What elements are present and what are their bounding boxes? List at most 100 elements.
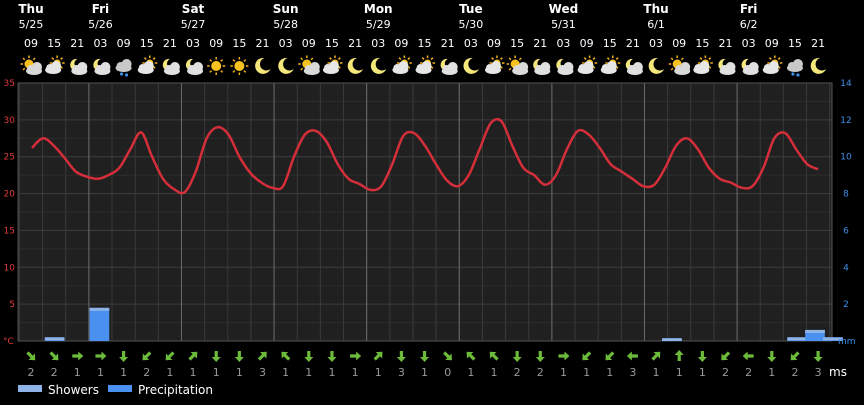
sun-ray [143,57,147,60]
showers-bar [662,338,682,341]
cloud-puff [518,62,529,72]
wind-arrow [211,351,221,362]
sun-icon [207,57,226,75]
sun-ray [243,59,247,62]
cloud-sun-icon [45,55,65,74]
sun-ray [60,57,63,60]
day-weekday: Thu [643,2,668,16]
wind-speed: 1 [653,366,660,379]
cloud-puff [100,62,111,72]
wind-speed: 1 [282,366,289,379]
wind-arrow [26,351,36,361]
rain-drop [120,72,124,76]
day-date: 5/31 [551,18,576,31]
weather-chart: Thu 5/25 Fri 5/26 Sat 5/27 Sun 5/28 Mon 5/29 Tue 5/… [3,2,856,397]
wind-speed: 3 [398,366,405,379]
wind-arrow [674,350,684,361]
day-date: 5/28 [273,18,298,31]
sun-ray [508,57,512,61]
temp-tick-label: 15 [4,226,15,236]
moon-icon [648,57,665,74]
hour-label: 15 [232,37,246,50]
wind-speed: 1 [583,366,590,379]
cloud-moon-icon [533,58,551,75]
wind-row: 2 2 1 1 1 2 1 1 1 1 3 1 1 1 1 1 3 1 0 1 1 2 2 1 1 1 3 1 1 1 2 2 1 2 3 ms [26,350,847,379]
sun-ray [680,57,684,61]
wind-speed: 3 [815,366,822,379]
wind-arrow [626,351,638,361]
hour-label: 15 [418,37,432,50]
cloud-sun-icon [762,55,783,74]
day-weekday: Tue [459,2,483,16]
showers-bar [89,307,110,311]
sun-ray [777,57,781,60]
wind-speed: 1 [236,366,243,379]
sun-ray [670,57,674,61]
wind-arrow-shape [697,351,707,362]
rain-drop [791,72,795,76]
wind-arrow [767,351,777,362]
wind-arrow-shape [813,351,823,362]
wind-arrow [813,351,823,362]
wind-speed: 1 [352,366,359,379]
cloud-sun-icon [392,55,412,74]
temp-tick-label: 20 [4,190,16,200]
hour-label: 15 [140,37,154,50]
cloud-moon-icon [440,58,458,75]
wind-arrow-shape [466,351,476,361]
sun-ray [209,59,213,62]
wind-arrow-shape [188,351,198,361]
sun-ray [491,57,494,60]
cloud-puff [583,61,594,71]
sun-ray [220,59,224,62]
cloud-sun-icon [415,55,436,74]
cloud-sun-icon [600,55,621,74]
wind-arrow-shape [605,351,615,361]
wind-speed: 1 [768,366,775,379]
sun-ray [670,67,674,71]
sun-ray [337,57,341,60]
cloud-sun-icon [322,55,343,74]
wind-speed: 1 [328,366,335,379]
wind-speed: 2 [722,366,729,379]
wind-arrow-shape [651,351,661,361]
hour-label: 21 [163,37,177,50]
sun-ray [32,57,36,61]
sun-ray [232,70,236,73]
wind-arrow [697,351,707,362]
hour-label: 03 [649,37,663,50]
rain-cloud-icon [786,59,803,77]
temp-tick-label: 25 [4,153,15,163]
hour-label: 03 [742,37,756,50]
wind-arrow-shape [95,351,107,361]
cloud-puff [398,61,409,71]
wind-arrow [651,351,661,361]
sun-ray [398,57,402,60]
cloud-moon-icon [162,58,180,75]
sun-ray [51,57,55,60]
day-date: 5/25 [19,18,44,31]
wind-speed: 2 [514,366,521,379]
sun-cloud-icon [20,55,42,75]
sun-cloud-icon [668,55,691,75]
cloud-puff [447,62,458,72]
moon-shape [648,57,665,74]
wind-arrow-shape [373,351,383,361]
hour-label: 21 [626,37,640,50]
wind-speed: 2 [143,366,150,379]
cloud-moon-icon [718,58,736,75]
sun-disc [211,61,222,71]
sun-ray [232,59,236,62]
wind-speed: 1 [560,366,567,379]
weather-icons-row [20,55,827,77]
sun-ray [708,57,712,60]
sun-ray [209,70,213,73]
cloud-puff [32,62,42,72]
wind-speed: 1 [213,366,220,379]
wind-arrow-shape [674,350,684,361]
hour-label: 03 [464,37,478,50]
temp-unit-label: °C [3,337,14,347]
wind-speed: 1 [467,366,474,379]
cloud-moon-icon [70,58,88,75]
precip-tick-label: 12 [840,116,851,126]
